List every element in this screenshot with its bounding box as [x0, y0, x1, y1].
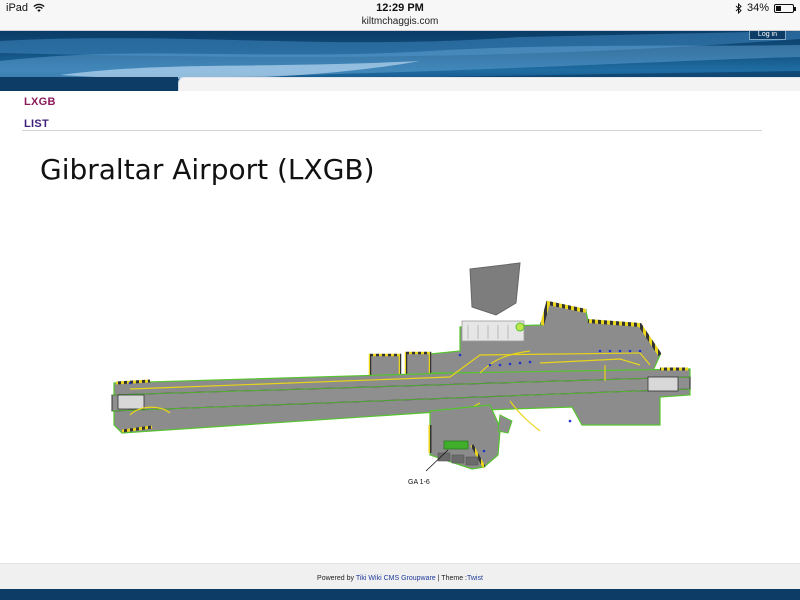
- ga-area: [443, 440, 469, 450]
- footer-bar: [0, 589, 800, 600]
- terminal-building: [461, 320, 525, 342]
- breadcrumb-lxgb-link[interactable]: LXGB: [24, 96, 56, 108]
- battery-level: [776, 5, 781, 11]
- page-footer: Powered by Tiki Wiki CMS Groupware | The…: [0, 563, 800, 590]
- threshold-east: [647, 376, 679, 392]
- tiki-wiki-link[interactable]: Tiki Wiki CMS Groupware: [356, 575, 436, 582]
- address-bar-url[interactable]: kiltmchaggis.com: [0, 16, 800, 27]
- battery-percent: 34%: [746, 2, 769, 14]
- ga-callout-label: GA 1-6: [408, 479, 430, 486]
- list-link[interactable]: LIST: [24, 118, 49, 130]
- header-tab-left: [0, 77, 178, 91]
- footer-separator: | Theme :: [435, 575, 467, 582]
- status-right: 34%: [735, 2, 796, 14]
- theme-link[interactable]: Twist: [467, 575, 483, 582]
- threshold-west: [117, 394, 145, 410]
- south-apron-east: [497, 414, 513, 434]
- airport-diagram: GA 1-6: [111, 262, 691, 486]
- battery-icon: [774, 3, 796, 13]
- page-title: Gibraltar Airport (LXGB): [40, 153, 375, 186]
- login-button[interactable]: Log in: [748, 31, 786, 40]
- divider: [22, 130, 762, 131]
- clock: 12:29 PM: [376, 2, 424, 14]
- ios-status-bar: iPad 12:29 PM kiltmchaggis.com 34%: [0, 0, 800, 31]
- north-apron-block: [469, 262, 521, 316]
- bluetooth-icon: [735, 2, 742, 14]
- footer-powered-by: Powered by: [317, 575, 355, 582]
- terminal-marker: [515, 322, 525, 332]
- header-tab-right: [178, 77, 800, 91]
- west-apron-block: [368, 353, 402, 379]
- runway-end-hatch-west: [115, 379, 151, 385]
